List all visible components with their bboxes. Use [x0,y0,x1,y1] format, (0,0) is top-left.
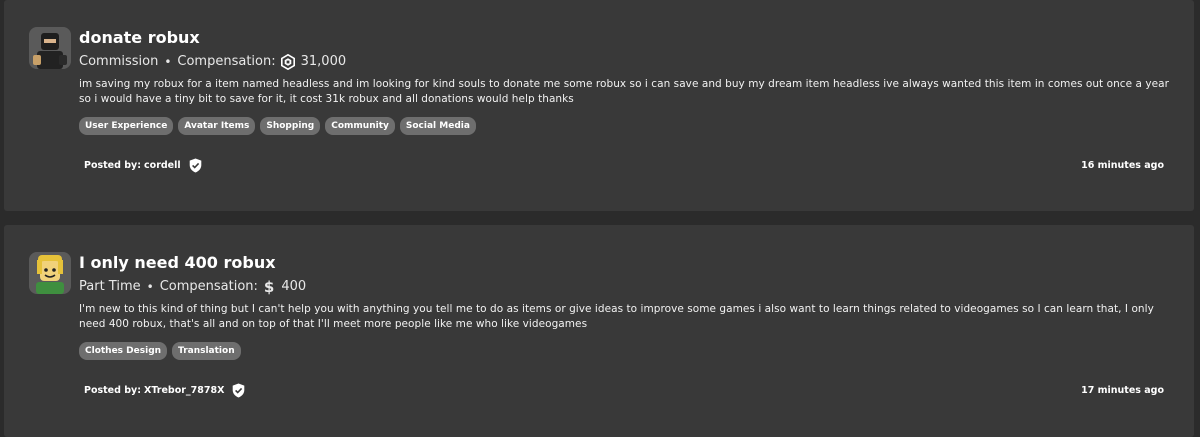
compensation-value: 31,000 [300,54,347,69]
post-footer: Posted by: XTrebor_7878X 17 minutes ago [84,383,1164,398]
post-description: im saving my robux for a item named head… [79,78,1170,105]
separator-dot: • [164,55,172,69]
robux-icon [280,54,296,70]
tag[interactable]: Shopping [260,117,321,135]
post-meta: Commission • Compensation: 31,000 [79,53,1172,71]
posted-by-label: Posted by: [84,385,142,396]
post-time: 16 minutes ago [1081,160,1164,171]
post-description: I'm new to this kind of thing but I can'… [79,303,1154,330]
compensation-value: 400 [281,279,307,294]
job-type: Part Time [79,279,141,294]
tag[interactable]: Translation [172,342,241,360]
author-name[interactable]: cordell [144,160,181,171]
tag[interactable]: User Experience [79,117,174,135]
job-post-card[interactable]: I only need 400 robux Part Time • Compen… [4,225,1194,437]
compensation-label: Compensation: [159,279,258,294]
posted-by: Posted by: XTrebor_7878X [84,383,245,398]
avatar-blond-icon [29,252,71,294]
author-name[interactable]: XTrebor_7878X [144,385,224,396]
post-time: 17 minutes ago [1081,385,1164,396]
post-title[interactable]: I only need 400 robux [79,253,1172,273]
avatar-ninja-icon [29,27,71,69]
verified-badge-icon [232,383,245,398]
tag[interactable]: Community [325,117,395,135]
tag[interactable]: Clothes Design [79,342,168,360]
avatar[interactable] [29,27,71,69]
verified-badge-icon [189,158,202,173]
post-meta: Part Time • Compensation: $ 400 [79,278,1172,296]
tag-list: Clothes Design Translation [79,342,1172,360]
job-type: Commission [79,54,159,69]
job-board-page: donate robux Commission • Compensation: … [0,0,1200,437]
avatar[interactable] [29,252,71,294]
post-footer: Posted by: cordell 16 minutes ago [84,158,1164,173]
posted-by: Posted by: cordell [84,158,202,173]
posted-by-label: Posted by: [84,160,142,171]
job-post-card[interactable]: donate robux Commission • Compensation: … [4,0,1194,211]
tag[interactable]: Social Media [399,117,476,135]
dollar-icon: $ [263,278,275,296]
compensation-label: Compensation: [177,54,276,69]
separator-dot: • [146,280,154,294]
post-title[interactable]: donate robux [79,28,1172,48]
tag[interactable]: Avatar Items [178,117,256,135]
tag-list: User Experience Avatar Items Shopping Co… [79,117,1172,135]
